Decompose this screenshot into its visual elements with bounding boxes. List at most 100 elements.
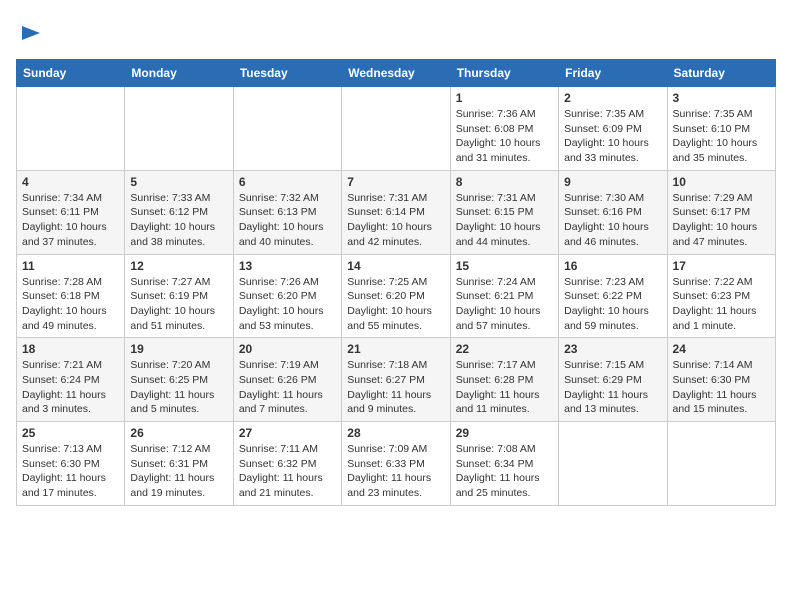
day-number: 9 xyxy=(564,175,661,189)
page-header xyxy=(16,16,776,49)
day-number: 7 xyxy=(347,175,444,189)
day-header-wednesday: Wednesday xyxy=(342,60,450,87)
calendar-week-row: 18 Sunrise: 7:21 AMSunset: 6:24 PMDayligh… xyxy=(17,338,776,422)
day-number: 11 xyxy=(22,259,119,273)
day-info: Sunrise: 7:34 AMSunset: 6:11 PMDaylight:… xyxy=(22,191,119,250)
calendar-cell: 17 Sunrise: 7:22 AMSunset: 6:23 PMDayligh… xyxy=(667,254,775,338)
calendar-cell: 27 Sunrise: 7:11 AMSunset: 6:32 PMDayligh… xyxy=(233,422,341,506)
day-number: 13 xyxy=(239,259,336,273)
day-header-friday: Friday xyxy=(559,60,667,87)
day-info: Sunrise: 7:09 AMSunset: 6:33 PMDaylight:… xyxy=(347,442,444,501)
day-header-thursday: Thursday xyxy=(450,60,558,87)
calendar-cell xyxy=(342,87,450,171)
day-info: Sunrise: 7:20 AMSunset: 6:25 PMDaylight:… xyxy=(130,358,227,417)
day-number: 15 xyxy=(456,259,553,273)
day-header-sunday: Sunday xyxy=(17,60,125,87)
calendar-cell xyxy=(233,87,341,171)
day-number: 25 xyxy=(22,426,119,440)
calendar-cell: 12 Sunrise: 7:27 AMSunset: 6:19 PMDayligh… xyxy=(125,254,233,338)
calendar-cell: 19Sunrise: 7:20 AMSunset: 6:25 PMDayligh… xyxy=(125,338,233,422)
day-info: Sunrise: 7:28 AMSunset: 6:18 PMDaylight:… xyxy=(22,275,119,334)
day-info: Sunrise: 7:31 AMSunset: 6:14 PMDaylight:… xyxy=(347,191,444,250)
calendar-cell: 16 Sunrise: 7:23 AMSunset: 6:22 PMDayligh… xyxy=(559,254,667,338)
day-number: 10 xyxy=(673,175,770,189)
day-number: 5 xyxy=(130,175,227,189)
calendar-week-row: 11 Sunrise: 7:28 AMSunset: 6:18 PMDayligh… xyxy=(17,254,776,338)
calendar-cell: 6 Sunrise: 7:32 AMSunset: 6:13 PMDaylight… xyxy=(233,170,341,254)
calendar-cell: 23 Sunrise: 7:15 AMSunset: 6:29 PMDayligh… xyxy=(559,338,667,422)
day-info: Sunrise: 7:21 AMSunset: 6:24 PMDaylight:… xyxy=(22,358,119,417)
day-info: Sunrise: 7:12 AMSunset: 6:31 PMDaylight:… xyxy=(130,442,227,501)
day-info: Sunrise: 7:24 AMSunset: 6:21 PMDaylight:… xyxy=(456,275,553,334)
day-info: Sunrise: 7:31 AMSunset: 6:15 PMDaylight:… xyxy=(456,191,553,250)
day-number: 16 xyxy=(564,259,661,273)
calendar-cell: 28Sunrise: 7:09 AMSunset: 6:33 PMDayligh… xyxy=(342,422,450,506)
day-number: 21 xyxy=(347,342,444,356)
calendar-cell: 18 Sunrise: 7:21 AMSunset: 6:24 PMDayligh… xyxy=(17,338,125,422)
day-info: Sunrise: 7:22 AMSunset: 6:23 PMDaylight:… xyxy=(673,275,770,334)
calendar-cell: 1Sunrise: 7:36 AMSunset: 6:08 PMDaylight… xyxy=(450,87,558,171)
calendar-header-row: SundayMondayTuesdayWednesdayThursdayFrid… xyxy=(17,60,776,87)
calendar-cell: 29 Sunrise: 7:08 AMSunset: 6:34 PMDayligh… xyxy=(450,422,558,506)
day-number: 4 xyxy=(22,175,119,189)
calendar-cell: 24 Sunrise: 7:14 AMSunset: 6:30 PMDayligh… xyxy=(667,338,775,422)
day-info: Sunrise: 7:27 AMSunset: 6:19 PMDaylight:… xyxy=(130,275,227,334)
day-info: Sunrise: 7:11 AMSunset: 6:32 PMDaylight:… xyxy=(239,442,336,501)
calendar-cell: 2 Sunrise: 7:35 AMSunset: 6:09 PMDaylight… xyxy=(559,87,667,171)
day-info: Sunrise: 7:14 AMSunset: 6:30 PMDaylight:… xyxy=(673,358,770,417)
calendar-cell: 10Sunrise: 7:29 AMSunset: 6:17 PMDayligh… xyxy=(667,170,775,254)
day-header-monday: Monday xyxy=(125,60,233,87)
day-info: Sunrise: 7:33 AMSunset: 6:12 PMDaylight:… xyxy=(130,191,227,250)
day-info: Sunrise: 7:15 AMSunset: 6:29 PMDaylight:… xyxy=(564,358,661,417)
day-number: 17 xyxy=(673,259,770,273)
day-number: 14 xyxy=(347,259,444,273)
calendar-cell: 20Sunrise: 7:19 AMSunset: 6:26 PMDayligh… xyxy=(233,338,341,422)
day-info: Sunrise: 7:13 AMSunset: 6:30 PMDaylight:… xyxy=(22,442,119,501)
calendar-cell xyxy=(17,87,125,171)
day-info: Sunrise: 7:25 AMSunset: 6:20 PMDaylight:… xyxy=(347,275,444,334)
calendar-cell: 7 Sunrise: 7:31 AMSunset: 6:14 PMDaylight… xyxy=(342,170,450,254)
day-number: 6 xyxy=(239,175,336,189)
day-header-saturday: Saturday xyxy=(667,60,775,87)
day-number: 18 xyxy=(22,342,119,356)
day-number: 29 xyxy=(456,426,553,440)
day-info: Sunrise: 7:36 AMSunset: 6:08 PMDaylight:… xyxy=(456,107,553,166)
day-header-tuesday: Tuesday xyxy=(233,60,341,87)
calendar-cell: 4 Sunrise: 7:34 AMSunset: 6:11 PMDaylight… xyxy=(17,170,125,254)
day-info: Sunrise: 7:26 AMSunset: 6:20 PMDaylight:… xyxy=(239,275,336,334)
calendar-cell: 14 Sunrise: 7:25 AMSunset: 6:20 PMDayligh… xyxy=(342,254,450,338)
day-number: 8 xyxy=(456,175,553,189)
calendar-cell: 26Sunrise: 7:12 AMSunset: 6:31 PMDayligh… xyxy=(125,422,233,506)
calendar-cell xyxy=(559,422,667,506)
day-number: 12 xyxy=(130,259,227,273)
day-info: Sunrise: 7:23 AMSunset: 6:22 PMDaylight:… xyxy=(564,275,661,334)
calendar-week-row: 4 Sunrise: 7:34 AMSunset: 6:11 PMDaylight… xyxy=(17,170,776,254)
calendar-cell: 13 Sunrise: 7:26 AMSunset: 6:20 PMDayligh… xyxy=(233,254,341,338)
day-number: 22 xyxy=(456,342,553,356)
calendar-cell: 21 Sunrise: 7:18 AMSunset: 6:27 PMDayligh… xyxy=(342,338,450,422)
day-number: 3 xyxy=(673,91,770,105)
calendar-cell: 8 Sunrise: 7:31 AMSunset: 6:15 PMDaylight… xyxy=(450,170,558,254)
day-number: 27 xyxy=(239,426,336,440)
day-number: 23 xyxy=(564,342,661,356)
calendar-cell xyxy=(667,422,775,506)
day-info: Sunrise: 7:32 AMSunset: 6:13 PMDaylight:… xyxy=(239,191,336,250)
calendar-cell xyxy=(125,87,233,171)
calendar-cell: 5 Sunrise: 7:33 AMSunset: 6:12 PMDaylight… xyxy=(125,170,233,254)
calendar-week-row: 1Sunrise: 7:36 AMSunset: 6:08 PMDaylight… xyxy=(17,87,776,171)
day-info: Sunrise: 7:35 AMSunset: 6:09 PMDaylight:… xyxy=(564,107,661,166)
day-info: Sunrise: 7:17 AMSunset: 6:28 PMDaylight:… xyxy=(456,358,553,417)
day-info: Sunrise: 7:19 AMSunset: 6:26 PMDaylight:… xyxy=(239,358,336,417)
calendar-cell: 25 Sunrise: 7:13 AMSunset: 6:30 PMDayligh… xyxy=(17,422,125,506)
calendar-cell: 22 Sunrise: 7:17 AMSunset: 6:28 PMDayligh… xyxy=(450,338,558,422)
day-info: Sunrise: 7:35 AMSunset: 6:10 PMDaylight:… xyxy=(673,107,770,166)
day-info: Sunrise: 7:08 AMSunset: 6:34 PMDaylight:… xyxy=(456,442,553,501)
calendar-cell: 15 Sunrise: 7:24 AMSunset: 6:21 PMDayligh… xyxy=(450,254,558,338)
calendar-cell: 9Sunrise: 7:30 AMSunset: 6:16 PMDaylight… xyxy=(559,170,667,254)
calendar-cell: 11 Sunrise: 7:28 AMSunset: 6:18 PMDayligh… xyxy=(17,254,125,338)
day-info: Sunrise: 7:18 AMSunset: 6:27 PMDaylight:… xyxy=(347,358,444,417)
day-number: 2 xyxy=(564,91,661,105)
calendar-cell: 3 Sunrise: 7:35 AMSunset: 6:10 PMDaylight… xyxy=(667,87,775,171)
logo xyxy=(16,16,42,49)
day-number: 24 xyxy=(673,342,770,356)
